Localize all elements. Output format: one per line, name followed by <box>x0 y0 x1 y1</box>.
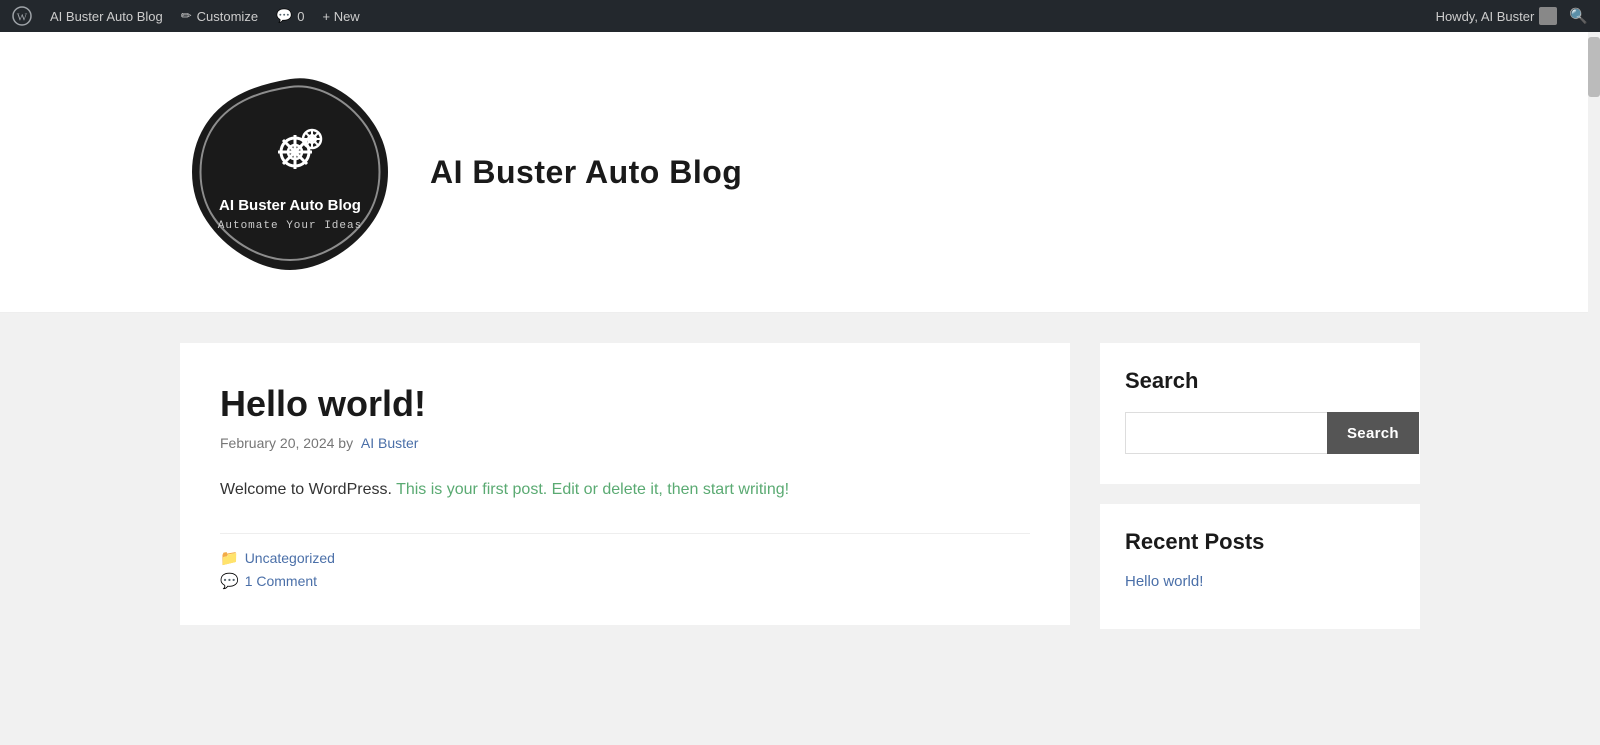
recent-posts-title: Recent Posts <box>1125 529 1395 555</box>
admin-bar-right: Howdy, AI Buster 🔍 <box>1436 7 1588 25</box>
post-content: Welcome to WordPress. This is your first… <box>220 476 1030 503</box>
main-column: Hello world! February 20, 2024 by AI Bus… <box>180 343 1070 683</box>
wp-logo-link[interactable]: W <box>12 6 32 26</box>
post-title: Hello world! <box>220 383 1030 425</box>
site-title: AI Buster Auto Blog <box>430 154 742 191</box>
scrollbar[interactable] <box>1588 32 1600 745</box>
post-comments-link[interactable]: 1 Comment <box>245 573 317 589</box>
new-link[interactable]: + New <box>322 9 359 24</box>
post-content-highlight: This is your first post. Edit or delete … <box>392 481 789 498</box>
logo-svg: AI Buster Auto Blog Automate Your Ideas <box>180 62 400 282</box>
sidebar: Search Search Recent Posts Hello world! <box>1100 343 1420 683</box>
admin-bar: W AI Buster Auto Blog ✏ Customize 💬 0 + … <box>0 0 1600 32</box>
recent-post-item: Hello world! <box>1125 573 1395 591</box>
new-label: + New <box>322 9 359 24</box>
page-wrapper: AI Buster Auto Blog Automate Your Ideas … <box>0 32 1600 713</box>
post-comments: 1 Comment <box>245 573 317 589</box>
comments-link[interactable]: 💬 0 <box>276 8 304 24</box>
site-name-label: AI Buster Auto Blog <box>50 9 163 24</box>
pencil-icon: ✏ <box>181 8 192 24</box>
post-comments-row: 💬 1 Comment <box>220 572 1030 590</box>
post-meta: February 20, 2024 by AI Buster <box>220 435 1030 451</box>
post-author-name: AI Buster <box>361 435 419 451</box>
search-icon: 🔍 <box>1569 7 1588 25</box>
comments-count: 0 <box>297 9 304 24</box>
search-toggle[interactable]: 🔍 <box>1569 7 1588 25</box>
post-card: Hello world! February 20, 2024 by AI Bus… <box>180 343 1070 625</box>
comment-icon: 💬 <box>276 8 292 24</box>
search-button[interactable]: Search <box>1327 412 1419 454</box>
post-date: February 20, 2024 by <box>220 435 353 451</box>
user-avatar-icon <box>1539 7 1557 25</box>
search-input[interactable] <box>1125 412 1327 454</box>
post-footer: 📁 Uncategorized 💬 1 Comment <box>220 533 1030 590</box>
comment-footer-icon: 💬 <box>220 572 239 590</box>
recent-post-link[interactable]: Hello world! <box>1125 573 1203 590</box>
recent-post-title: Hello world! <box>1125 573 1203 590</box>
scrollbar-thumb[interactable] <box>1588 37 1600 97</box>
site-name-link[interactable]: AI Buster Auto Blog <box>50 9 163 24</box>
customize-label: Customize <box>197 9 258 24</box>
post-category-row: 📁 Uncategorized <box>220 549 1030 567</box>
content-area: Hello world! February 20, 2024 by AI Bus… <box>0 313 1600 713</box>
logo-site-name: AI Buster Auto Blog <box>219 197 361 214</box>
logo-tagline: Automate Your Ideas <box>218 220 362 232</box>
site-logo[interactable]: AI Buster Auto Blog Automate Your Ideas <box>180 62 400 282</box>
search-widget-title: Search <box>1125 368 1395 394</box>
post-content-before: Welcome to WordPress. <box>220 481 392 498</box>
search-row: Search <box>1125 412 1395 454</box>
search-widget: Search Search <box>1100 343 1420 484</box>
recent-posts-list: Hello world! <box>1125 573 1395 591</box>
wp-logo-icon: W <box>12 6 32 26</box>
post-category-link[interactable]: Uncategorized <box>245 550 335 566</box>
post-author-link[interactable]: AI Buster <box>361 435 419 451</box>
howdy-label-container[interactable]: Howdy, AI Buster <box>1436 7 1558 25</box>
post-category: Uncategorized <box>245 550 335 566</box>
folder-icon: 📁 <box>220 549 239 567</box>
customize-link[interactable]: ✏ Customize <box>181 8 258 24</box>
site-header: AI Buster Auto Blog Automate Your Ideas … <box>0 32 1600 313</box>
recent-posts-widget: Recent Posts Hello world! <box>1100 504 1420 629</box>
howdy-text: Howdy, AI Buster <box>1436 9 1535 24</box>
svg-text:W: W <box>17 12 28 24</box>
